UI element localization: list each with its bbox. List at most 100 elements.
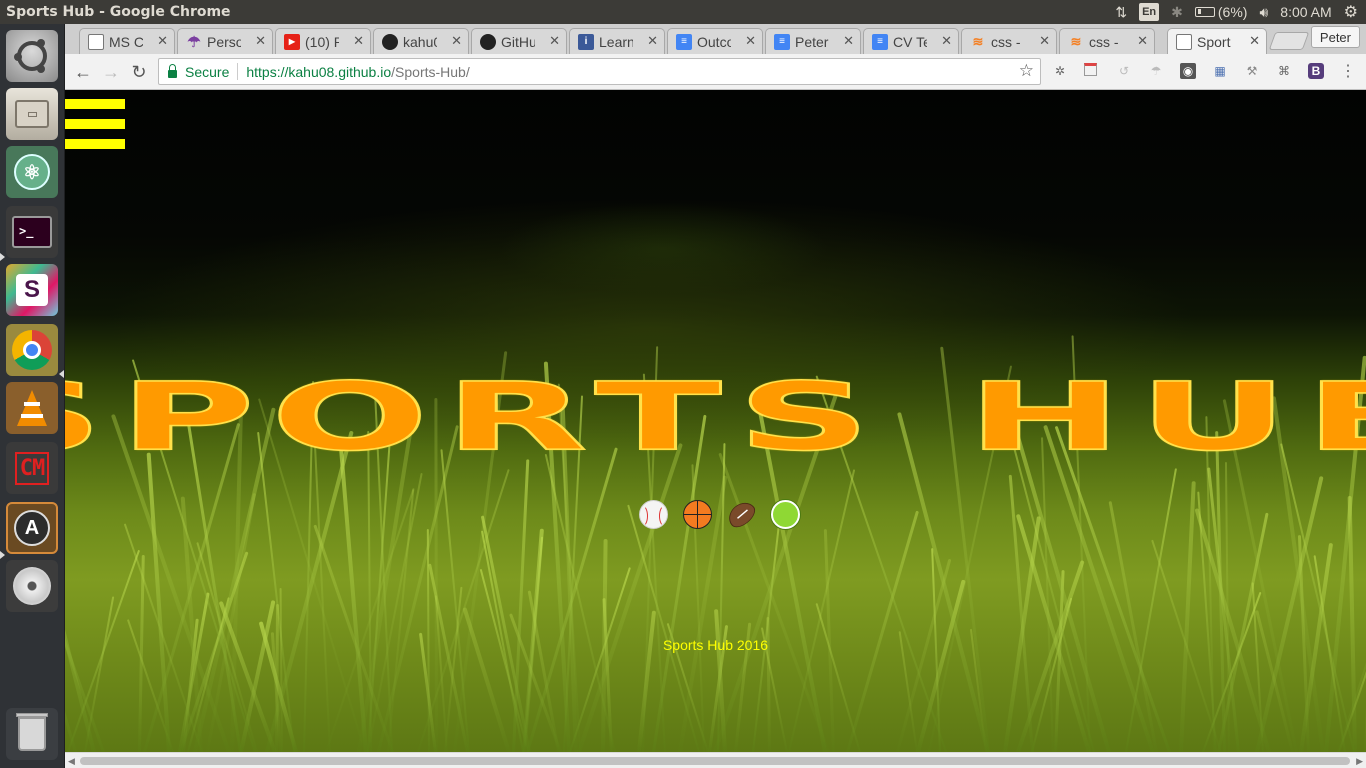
lock-icon	[168, 63, 177, 78]
url-host: https://kahu08.github.io	[246, 63, 392, 80]
basketball-icon[interactable]	[683, 500, 712, 529]
tab-css-1[interactable]: ≋ css - C ✕	[961, 28, 1057, 54]
close-icon[interactable]: ✕	[647, 33, 658, 49]
terminal-icon[interactable]: >_	[6, 206, 58, 258]
grass-blade	[1251, 582, 1265, 752]
baseball-icon[interactable]	[639, 500, 668, 529]
close-icon[interactable]: ✕	[745, 33, 756, 49]
back-button[interactable]: ←	[71, 60, 95, 84]
chrome-icon[interactable]	[6, 324, 58, 376]
youtube-icon: ▶	[284, 33, 300, 50]
scroll-right-icon[interactable]: ▶	[1356, 756, 1363, 767]
hamburger-bar	[65, 139, 125, 149]
close-icon[interactable]: ✕	[549, 33, 560, 49]
menu-kebab-icon[interactable]: ⋮	[1340, 63, 1356, 80]
forward-arrow-icon: →	[102, 61, 120, 82]
hamburger-bar	[65, 119, 125, 129]
close-icon[interactable]: ✕	[451, 33, 462, 49]
scrollbar-thumb[interactable]	[80, 757, 1350, 765]
battery-percent: (6%)	[1217, 4, 1248, 20]
reload-button[interactable]: ↻	[127, 60, 151, 84]
tab-sports-hub[interactable]: Sport ✕	[1167, 28, 1267, 54]
tab-learn[interactable]: i Learn ✕	[569, 28, 665, 54]
tab-label: Learn	[599, 33, 633, 50]
grass-blade	[314, 446, 331, 752]
tab-github[interactable]: GitHu ✕	[471, 28, 567, 54]
tab-css-2[interactable]: ≋ css - C ✕	[1059, 28, 1155, 54]
bluetooth-icon[interactable]: ✱	[1171, 3, 1183, 21]
cm-icon[interactable]: CM	[6, 442, 58, 494]
divider	[237, 63, 239, 80]
close-icon[interactable]: ✕	[1039, 33, 1050, 49]
secure-label: Secure	[185, 63, 230, 80]
tab-label: Perso	[207, 33, 241, 50]
page-viewport: SPORTS HUB Sports Hub 2016	[65, 90, 1366, 752]
bug-extension-icon[interactable]: ✲	[1052, 63, 1068, 79]
new-tab-button[interactable]	[1268, 32, 1310, 50]
atom-icon[interactable]: ⚛	[6, 146, 58, 198]
grid-extension-icon[interactable]: ▦	[1212, 63, 1228, 79]
trash-icon[interactable]	[6, 708, 58, 760]
close-icon[interactable]: ✕	[1249, 33, 1260, 49]
ubuntu-dash-icon[interactable]	[6, 30, 58, 82]
bootstrap-extension-icon[interactable]: B	[1308, 63, 1324, 79]
close-icon[interactable]: ✕	[255, 33, 266, 49]
calendar-extension-icon[interactable]	[1084, 63, 1097, 76]
tab-ms-co[interactable]: MS Co ✕	[79, 28, 175, 54]
tab-strip: MS Co ✕ ☂ Perso ✕ ▶ (10) R ✕ kahu0 ✕ Git…	[65, 24, 1366, 54]
tab-label: kahu0	[403, 33, 437, 50]
tab-outcomes[interactable]: ≡ Outco ✕	[667, 28, 763, 54]
volume-icon[interactable]: 🔊︎	[1259, 3, 1268, 21]
tab-label: Outco	[697, 33, 731, 50]
tab-label: Sport	[1197, 33, 1231, 50]
refresh-extension-icon[interactable]: ↺	[1116, 63, 1132, 79]
close-icon[interactable]: ✕	[1137, 33, 1148, 49]
grass-blade	[138, 555, 145, 752]
address-bar[interactable]: Secure https://kahu08.github.io/Sports-H…	[158, 58, 1041, 85]
camera-extension-icon[interactable]: ⌘	[1276, 63, 1292, 79]
battery-icon	[1194, 7, 1215, 17]
hamburger-bar	[65, 99, 125, 109]
network-arrows-icon[interactable]: ⇅	[1115, 3, 1127, 21]
scroll-left-icon[interactable]: ◀	[68, 756, 75, 767]
doc-icon	[88, 33, 104, 50]
gear-icon[interactable]: ⚙	[1344, 3, 1358, 21]
tab-peter-doc[interactable]: ≡ Peter ✕	[765, 28, 861, 54]
grass-blade	[1003, 516, 1042, 752]
close-icon[interactable]: ✕	[843, 33, 854, 49]
hamburger-menu-icon[interactable]	[65, 99, 125, 151]
horizontal-scrollbar[interactable]: ◀ ▶	[65, 752, 1366, 768]
close-icon[interactable]: ✕	[353, 33, 364, 49]
keyboard-language-indicator[interactable]: En	[1139, 3, 1160, 21]
forward-button[interactable]: →	[99, 60, 123, 84]
tab-label: CV Te	[893, 33, 927, 50]
close-icon[interactable]: ✕	[157, 33, 168, 49]
reload-icon: ↻	[131, 61, 147, 82]
tab-personal[interactable]: ☂ Perso ✕	[177, 28, 273, 54]
umbrella-extension-icon[interactable]: ☂	[1148, 63, 1164, 79]
grass-blade	[577, 442, 683, 752]
bookmark-star-icon[interactable]: ☆	[1019, 61, 1034, 81]
tennis-ball-icon[interactable]	[771, 500, 800, 529]
dvd-icon[interactable]	[6, 560, 58, 612]
docs-icon: ≡	[774, 33, 790, 50]
profile-button[interactable]: Peter	[1310, 26, 1360, 48]
tab-kahu-github[interactable]: kahu0 ✕	[373, 28, 469, 54]
grass-blade	[1125, 468, 1178, 752]
back-arrow-icon: ←	[74, 61, 92, 82]
software-updater-icon[interactable]: A	[6, 502, 58, 554]
launcher: ⚛ >_ S CM A	[0, 24, 65, 768]
football-icon[interactable]	[723, 497, 760, 532]
clock[interactable]: 8:00 AM	[1280, 3, 1331, 21]
files-icon[interactable]	[6, 88, 58, 140]
tab-cv-template[interactable]: ≡ CV Te ✕	[863, 28, 959, 54]
close-icon[interactable]: ✕	[941, 33, 952, 49]
tools-extension-icon[interactable]: ⚒	[1244, 63, 1260, 79]
lightbulb-extension-icon[interactable]: ◉	[1180, 63, 1196, 79]
tab-youtube[interactable]: ▶ (10) R ✕	[275, 28, 371, 54]
docs-icon: ≡	[872, 33, 888, 50]
battery-indicator[interactable]: (6%)	[1194, 3, 1248, 21]
vlc-icon[interactable]	[6, 382, 58, 434]
slack-icon[interactable]: S	[6, 264, 58, 316]
window-title: Sports Hub - Google Chrome	[6, 4, 231, 20]
